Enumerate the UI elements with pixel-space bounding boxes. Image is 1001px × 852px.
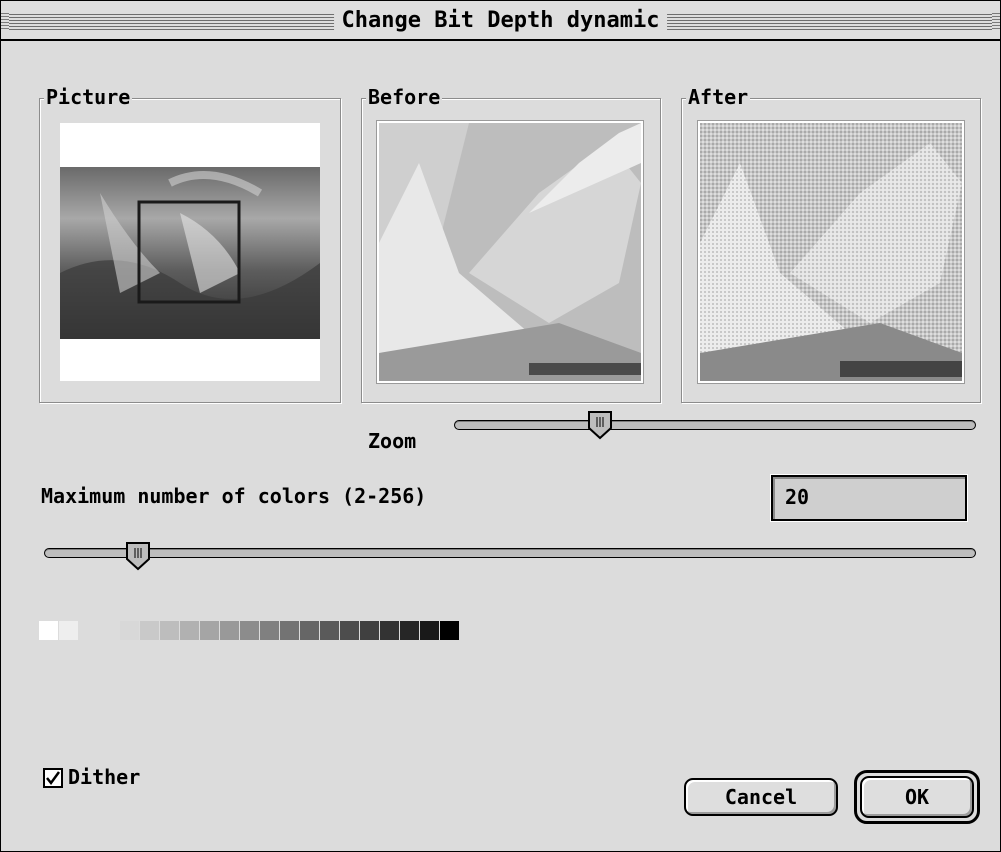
dialog-window: Change Bit Depth dynamic Picture Before …: [0, 0, 1001, 852]
colors-slider-thumb[interactable]: [125, 541, 151, 571]
palette-swatch: [180, 621, 199, 640]
after-preview: [698, 121, 964, 383]
window-title: Change Bit Depth dynamic: [333, 7, 668, 35]
palette-swatch: [280, 621, 299, 640]
palette-swatch: [320, 621, 339, 640]
palette-swatch: [100, 621, 119, 640]
palette-swatch: [39, 621, 58, 640]
palette-swatch: [240, 621, 259, 640]
palette-swatch: [220, 621, 239, 640]
colors-slider-track[interactable]: [44, 548, 976, 558]
after-group: After: [681, 85, 981, 403]
palette-swatch: [300, 621, 319, 640]
palette-swatch: [59, 621, 78, 640]
before-preview: [377, 121, 643, 383]
palette-swatch: [200, 621, 219, 640]
ok-button[interactable]: OK: [860, 776, 974, 818]
title-bar[interactable]: Change Bit Depth dynamic: [1, 1, 1000, 41]
dither-label[interactable]: Dither: [68, 765, 140, 789]
palette-swatch: [120, 621, 139, 640]
zoom-slider-track[interactable]: [454, 420, 976, 430]
max-colors-label: Maximum number of colors (2-256): [41, 484, 427, 508]
before-group: Before: [361, 85, 661, 403]
palette-swatch: [160, 621, 179, 640]
picture-group: Picture: [39, 85, 341, 403]
picture-group-label: Picture: [44, 85, 133, 109]
after-group-label: After: [686, 85, 751, 109]
palette-swatch: [420, 621, 439, 640]
before-group-label: Before: [366, 85, 443, 109]
zoom-label: Zoom: [368, 429, 417, 453]
palette-swatch: [140, 621, 159, 640]
palette-swatch: [400, 621, 419, 640]
color-palette: [39, 621, 460, 640]
zoom-slider-thumb[interactable]: [587, 410, 613, 440]
picture-thumbnail[interactable]: [60, 123, 320, 381]
palette-swatch: [440, 621, 459, 640]
dither-checkbox[interactable]: [43, 768, 63, 788]
palette-swatch: [380, 621, 399, 640]
palette-swatch: [360, 621, 379, 640]
max-colors-field[interactable]: 20: [771, 475, 967, 521]
cancel-button[interactable]: Cancel: [684, 778, 838, 816]
palette-swatch: [340, 621, 359, 640]
checkmark-icon: [46, 771, 61, 786]
palette-swatch: [260, 621, 279, 640]
picture-preview-area: [60, 123, 320, 381]
